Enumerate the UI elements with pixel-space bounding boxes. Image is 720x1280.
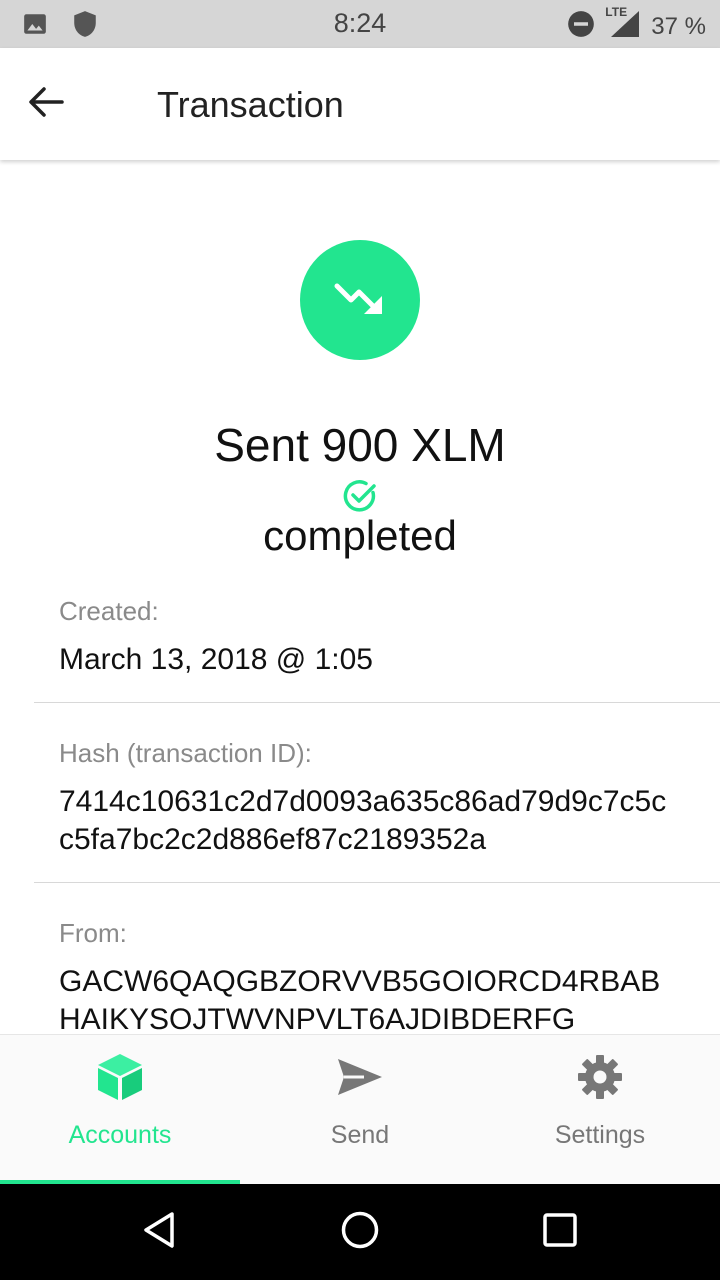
- nav-accounts[interactable]: Accounts: [0, 1035, 240, 1185]
- do-not-disturb-icon: [567, 10, 595, 43]
- back-button[interactable]: [22, 82, 70, 126]
- system-recents-button[interactable]: [536, 1208, 584, 1256]
- page-title: Transaction: [157, 84, 344, 125]
- nav-settings[interactable]: Settings: [480, 1035, 720, 1185]
- hash-value[interactable]: 7414c10631c2d7d0093a635c86ad79d9c7c5cc5f…: [59, 783, 679, 859]
- from-field: From: GACW6QAQGBZORVVB5GOIORCD4RBABHAIKY…: [59, 918, 679, 1034]
- transaction-status: completed: [263, 512, 457, 559]
- divider: [34, 882, 720, 883]
- app-bar: Transaction: [0, 48, 720, 160]
- cube-icon: [94, 1051, 146, 1108]
- transaction-type-badge: [300, 240, 420, 360]
- created-value[interactable]: March 13, 2018 @ 1:05: [59, 641, 679, 679]
- recents-square-icon: [540, 1210, 580, 1255]
- created-field: Created: March 13, 2018 @ 1:05: [59, 596, 679, 679]
- status-bar: 8:24 LTE 37 %: [0, 0, 720, 48]
- transaction-amount: Sent 900 XLM: [214, 419, 506, 471]
- trending-down-icon: [332, 278, 388, 323]
- system-back-button[interactable]: [136, 1208, 184, 1256]
- nav-send[interactable]: Send: [240, 1035, 480, 1185]
- send-icon: [336, 1057, 384, 1102]
- system-navigation-bar: [0, 1184, 720, 1280]
- battery-percent: 37 %: [651, 12, 706, 40]
- status-right-icons: LTE 37 %: [567, 5, 706, 44]
- bottom-navigation: Accounts Send Settings: [0, 1034, 720, 1185]
- arrow-back-icon: [28, 86, 64, 123]
- signal-icon: LTE: [605, 5, 641, 44]
- nav-settings-label: Settings: [554, 1121, 646, 1149]
- network-label: LTE: [605, 5, 628, 19]
- created-label: Created:: [59, 596, 159, 626]
- nav-accounts-label: Accounts: [68, 1121, 172, 1149]
- nav-send-label: Send: [330, 1121, 390, 1149]
- home-circle-icon: [340, 1210, 380, 1255]
- hash-label: Hash (transaction ID):: [59, 738, 312, 768]
- hash-field: Hash (transaction ID): 7414c10631c2d7d00…: [59, 738, 679, 859]
- system-home-button[interactable]: [336, 1208, 384, 1256]
- from-value[interactable]: GACW6QAQGBZORVVB5GOIORCD4RBABHAIKYSOJTWV…: [59, 963, 679, 1034]
- back-triangle-icon: [140, 1210, 180, 1255]
- transaction-details[interactable]: Sent 900 XLM completed Created: March 13…: [0, 160, 720, 1034]
- divider: [34, 702, 720, 703]
- check-circle-icon: [342, 478, 378, 514]
- from-label: From:: [59, 918, 127, 948]
- gear-icon: [576, 1053, 624, 1106]
